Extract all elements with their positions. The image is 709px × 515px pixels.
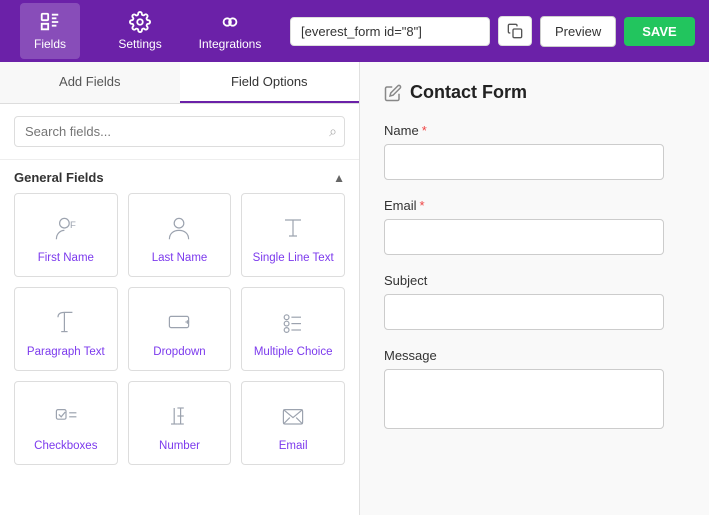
section-collapse-arrow[interactable]: ▲: [333, 171, 345, 185]
email-field-icon: [277, 400, 309, 432]
form-field-subject-label: Subject: [384, 273, 685, 288]
tab-add-fields[interactable]: Add Fields: [0, 62, 180, 103]
navbar: Fields Settings Integrations Preview SAV…: [0, 0, 709, 62]
form-field-email-label: Email *: [384, 198, 685, 213]
field-multiple-choice-label: Multiple Choice: [254, 346, 333, 358]
section-label-general: General Fields: [14, 170, 104, 185]
last-name-icon: [163, 212, 195, 244]
field-multiple-choice[interactable]: Multiple Choice: [241, 287, 345, 371]
main-layout: Add Fields Field Options ⌕ General Field…: [0, 62, 709, 515]
field-paragraph-text-label: Paragraph Text: [27, 346, 105, 358]
nav-fields[interactable]: Fields: [20, 3, 80, 59]
required-star-name: *: [422, 123, 427, 138]
form-field-name-label: Name *: [384, 123, 685, 138]
section-header-general: General Fields ▲: [0, 160, 359, 193]
left-panel: Add Fields Field Options ⌕ General Field…: [0, 62, 360, 515]
form-field-message-label: Message: [384, 348, 685, 363]
svg-text:F: F: [70, 220, 76, 231]
form-header: Contact Form: [384, 82, 685, 103]
field-email-label: Email: [279, 440, 308, 452]
number-icon: [163, 400, 195, 432]
form-field-name: Name *: [384, 123, 685, 180]
field-number-label: Number: [159, 440, 200, 452]
form-field-subject: Subject: [384, 273, 685, 330]
checkboxes-icon: [50, 400, 82, 432]
search-input[interactable]: [14, 116, 345, 147]
first-name-icon: F: [50, 212, 82, 244]
fields-grid: F First Name Last Name Single Line Text: [0, 193, 359, 479]
nav-settings[interactable]: Settings: [110, 3, 170, 59]
save-button[interactable]: SAVE: [624, 17, 694, 46]
form-input-message[interactable]: [384, 369, 664, 429]
search-wrap: ⌕: [14, 116, 345, 147]
nav-fields-label: Fields: [34, 37, 66, 51]
field-email[interactable]: Email: [241, 381, 345, 465]
form-input-subject[interactable]: [384, 294, 664, 330]
field-dropdown[interactable]: Dropdown: [128, 287, 232, 371]
multiple-choice-icon: [277, 306, 309, 338]
nav-integrations-label: Integrations: [199, 37, 262, 51]
preview-button[interactable]: Preview: [540, 16, 616, 47]
field-single-line-text-label: Single Line Text: [253, 252, 334, 264]
field-first-name-label: First Name: [38, 252, 94, 264]
tab-field-options[interactable]: Field Options: [180, 62, 360, 103]
form-title: Contact Form: [410, 82, 527, 103]
form-field-message: Message: [384, 348, 685, 429]
shortcode-input[interactable]: [290, 17, 490, 46]
shortcode-area: Preview SAVE: [290, 16, 695, 47]
paragraph-text-icon: [50, 306, 82, 338]
field-first-name[interactable]: F First Name: [14, 193, 118, 277]
copy-icon: [507, 23, 523, 39]
field-paragraph-text[interactable]: Paragraph Text: [14, 287, 118, 371]
settings-icon: [129, 11, 151, 33]
search-area: ⌕: [0, 104, 359, 160]
single-line-text-icon: [277, 212, 309, 244]
integrations-icon: [219, 11, 241, 33]
fields-icon: [39, 11, 61, 33]
nav-settings-label: Settings: [118, 37, 161, 51]
field-dropdown-label: Dropdown: [153, 346, 205, 358]
field-single-line-text[interactable]: Single Line Text: [241, 193, 345, 277]
dropdown-icon: [163, 306, 195, 338]
form-input-name[interactable]: [384, 144, 664, 180]
field-last-name[interactable]: Last Name: [128, 193, 232, 277]
field-last-name-label: Last Name: [152, 252, 208, 264]
required-star-email: *: [420, 198, 425, 213]
copy-shortcode-button[interactable]: [498, 16, 532, 46]
form-input-email[interactable]: [384, 219, 664, 255]
right-panel: Contact Form Name * Email * Subject: [360, 62, 709, 515]
field-checkboxes[interactable]: Checkboxes: [14, 381, 118, 465]
tabs: Add Fields Field Options: [0, 62, 359, 104]
field-checkboxes-label: Checkboxes: [34, 440, 97, 452]
edit-icon: [384, 84, 402, 102]
search-icon: ⌕: [329, 123, 337, 140]
field-number[interactable]: Number: [128, 381, 232, 465]
nav-integrations[interactable]: Integrations: [200, 3, 260, 59]
form-field-email: Email *: [384, 198, 685, 255]
